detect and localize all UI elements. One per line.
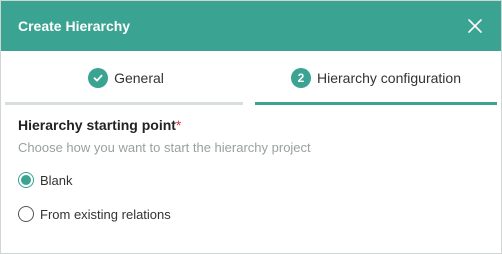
close-button[interactable] — [465, 16, 485, 36]
radio-option-label: Blank — [40, 172, 73, 188]
required-marker: * — [175, 117, 182, 133]
field-help-text: Choose how you want to start the hierarc… — [18, 140, 311, 155]
tab-hierarchy-configuration[interactable]: 2 Hierarchy configuration — [251, 51, 501, 105]
field-label-text: Hierarchy starting point — [18, 117, 176, 133]
radio-option-blank[interactable]: Blank — [18, 170, 483, 190]
tab-general-label: General — [114, 70, 164, 86]
radio-button-checked[interactable] — [18, 172, 34, 188]
step-number-badge: 2 — [291, 68, 312, 88]
create-hierarchy-dialog: Create Hierarchy General 2 Hierarchy con… — [0, 0, 502, 254]
radio-button-unchecked[interactable] — [18, 206, 34, 222]
step-tabs: General 2 Hierarchy configuration — [1, 51, 501, 105]
tab-general-underline — [5, 102, 243, 105]
close-icon — [468, 19, 482, 33]
dialog-content: Hierarchy starting point* Choose how you… — [1, 105, 501, 224]
radio-option-label: From existing relations — [40, 206, 171, 222]
radio-option-from-existing-relations[interactable]: From existing relations — [18, 204, 483, 224]
tab-general[interactable]: General — [1, 51, 251, 105]
check-icon — [88, 68, 109, 88]
dialog-title: Create Hierarchy — [18, 18, 131, 34]
dialog-header: Create Hierarchy — [1, 1, 501, 51]
field-label: Hierarchy starting point* — [18, 117, 483, 133]
tab-hierarchy-configuration-label: Hierarchy configuration — [317, 70, 461, 86]
radio-dot — [21, 175, 31, 185]
starting-point-radio-group: Blank From existing relations — [18, 170, 483, 224]
tab-hierarchy-configuration-underline — [255, 102, 497, 105]
